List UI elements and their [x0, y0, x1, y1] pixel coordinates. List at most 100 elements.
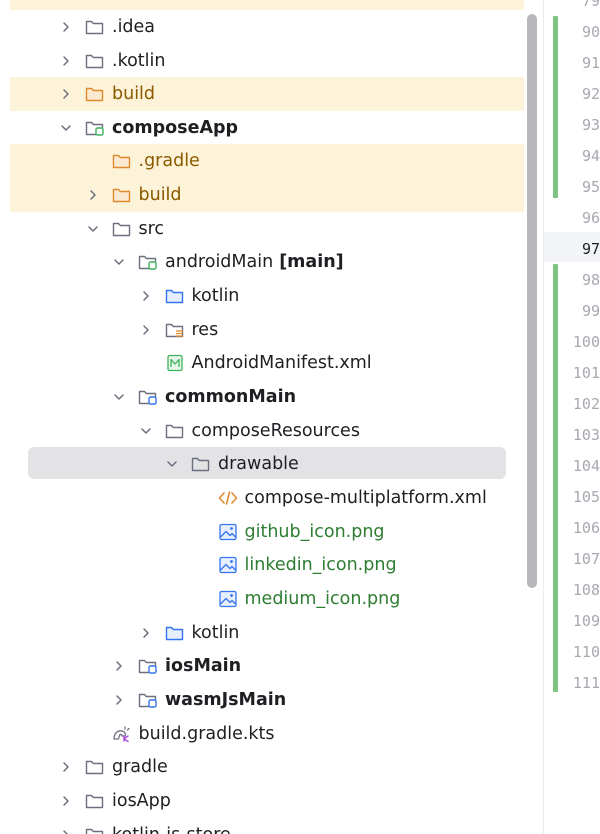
tree-item[interactable]: AndroidManifest.xml	[0, 346, 372, 379]
line-number: 93	[581, 116, 600, 134]
chevron-right-icon[interactable]	[58, 19, 74, 35]
chevron-right-icon[interactable]	[58, 827, 74, 834]
vcs-change-marker[interactable]	[553, 16, 558, 198]
tree-item[interactable]: github_icon.png	[0, 515, 385, 548]
tree-item-label: wasmJsMain	[165, 689, 287, 710]
tree-item[interactable]: res	[0, 313, 218, 346]
line-number: 106	[572, 519, 600, 537]
line-number: 92	[581, 85, 600, 103]
chevron-down-icon[interactable]	[138, 423, 154, 439]
line-number: 90	[581, 23, 600, 41]
line-number: 100	[572, 333, 600, 351]
tree-item[interactable]: .idea	[0, 10, 155, 43]
project-tree-panel: .idea .kotlin build composeApp .gradle build s…	[0, 0, 544, 834]
chevron-down-icon[interactable]	[111, 254, 127, 270]
image-file-icon	[217, 589, 239, 609]
tree-item-label: src	[138, 218, 165, 239]
tree-item-label: commonMain	[165, 386, 297, 407]
tree-item[interactable]: compose-multiplatform.xml	[0, 481, 487, 514]
tree-item[interactable]: linkedin_icon.png	[0, 548, 397, 581]
line-number: 97	[581, 240, 600, 258]
chevron-right-icon[interactable]	[138, 288, 154, 304]
tree-item[interactable]: src	[0, 212, 164, 245]
chevron-right-icon[interactable]	[58, 53, 74, 69]
tree-item[interactable]: kotlin	[0, 279, 239, 312]
image-file-icon	[217, 522, 239, 542]
chevron-right-icon[interactable]	[58, 759, 74, 775]
chevron-right-icon[interactable]	[111, 658, 127, 674]
tree-item[interactable]: wasmJsMain	[0, 683, 286, 716]
tree-item-label: build	[112, 83, 156, 104]
tree-item-label: github_icon.png	[244, 521, 385, 542]
folder-icon	[84, 51, 106, 71]
chevron-right-icon[interactable]	[85, 187, 101, 203]
tree-item[interactable]: androidMain [main]	[0, 245, 344, 278]
tree-scrollbar[interactable]	[527, 14, 537, 588]
folder-icon	[84, 757, 106, 777]
tree-item[interactable]: build.gradle.kts	[0, 717, 275, 750]
line-number: 79	[581, 0, 600, 10]
tree-item[interactable]: commonMain	[0, 380, 296, 413]
tree-item[interactable]: .gradle	[0, 144, 200, 177]
tree-item[interactable]: iosApp	[0, 784, 171, 817]
tree-item-label: drawable	[218, 453, 299, 474]
tree-item[interactable]: composeResources	[0, 414, 360, 447]
chevron-down-icon[interactable]	[85, 221, 101, 237]
line-number: 96	[581, 209, 600, 227]
folder-icon	[164, 421, 186, 441]
line-number: 108	[572, 581, 600, 599]
source-set-badge: [main]	[279, 251, 344, 272]
line-number: 109	[572, 612, 600, 630]
tree-item-label: composeResources	[191, 420, 360, 441]
folder-icon	[190, 454, 212, 474]
chevron-right-icon[interactable]	[58, 86, 74, 102]
line-number: 103	[572, 426, 600, 444]
line-number: 101	[572, 364, 600, 382]
chevron-right-icon[interactable]	[138, 625, 154, 641]
vcs-change-marker[interactable]	[553, 264, 558, 692]
resources-folder-icon	[164, 320, 186, 340]
tree-item-label: composeApp	[112, 117, 239, 138]
tree-item-label: compose-multiplatform.xml	[244, 487, 487, 508]
tree-item-label: iosMain	[165, 655, 242, 676]
line-number: 110	[572, 643, 600, 661]
tree-item-label: .kotlin	[112, 50, 166, 71]
tree-item[interactable]: kotlin-js-store	[0, 818, 231, 834]
image-file-icon	[217, 555, 239, 575]
tree-item[interactable]: build	[0, 178, 182, 211]
line-number: 107	[572, 550, 600, 568]
tree-item-label: linkedin_icon.png	[244, 554, 397, 575]
tree-item-label: .idea	[112, 16, 156, 37]
tree-item-label: build	[138, 184, 182, 205]
line-number: 98	[581, 271, 600, 289]
chevron-right-icon[interactable]	[111, 692, 127, 708]
folder-icon	[84, 17, 106, 37]
chevron-right-icon[interactable]	[138, 322, 154, 338]
excluded-folder-icon	[111, 151, 133, 171]
tree-item-label: kotlin-js-store	[112, 825, 231, 834]
chevron-down-icon[interactable]	[111, 389, 127, 405]
tree-item-label: medium_icon.png	[244, 588, 401, 609]
tree-item[interactable]: iosMain	[0, 649, 241, 682]
chevron-down-icon[interactable]	[164, 456, 180, 472]
tree-item[interactable]: kotlin	[0, 616, 239, 649]
common-source-folder-icon	[137, 387, 159, 407]
tree-item[interactable]: composeApp	[0, 111, 238, 144]
chevron-right-icon[interactable]	[58, 793, 74, 809]
tree-item[interactable]: build	[0, 77, 155, 110]
manifest-file-icon	[164, 353, 186, 373]
tree-item[interactable]: gradle	[0, 750, 168, 783]
android-source-folder-icon	[137, 252, 159, 272]
tree-item-label: kotlin	[191, 285, 240, 306]
tree-item[interactable]: medium_icon.png	[0, 582, 400, 615]
module-folder-icon	[84, 118, 106, 138]
tree-item-label: androidMain	[165, 251, 274, 272]
tree-item[interactable]: .kotlin	[0, 44, 165, 77]
line-number: 105	[572, 488, 600, 506]
tree-item[interactable]: drawable	[0, 447, 299, 480]
chevron-down-icon[interactable]	[58, 120, 74, 136]
